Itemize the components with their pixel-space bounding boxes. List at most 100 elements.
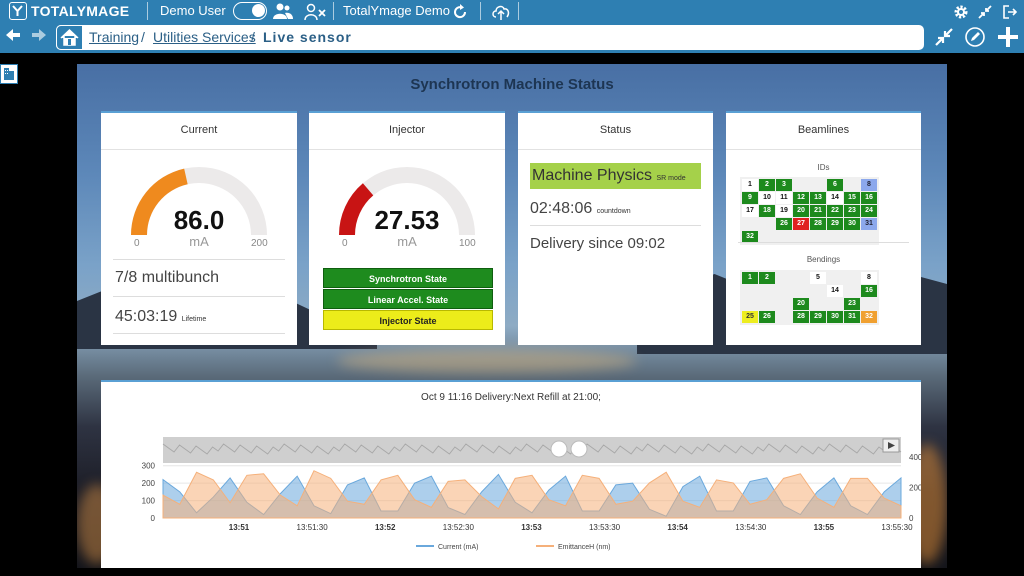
machine-submode: SR mode: [656, 175, 686, 182]
injector-gauge-max: 100: [459, 238, 476, 249]
beamline-cell[interactable]: 8: [861, 179, 877, 191]
beamline-cell[interactable]: 31: [861, 218, 877, 230]
beamline-cell[interactable]: 1: [742, 179, 758, 191]
beamline-cell[interactable]: 6: [827, 179, 843, 191]
empty-cell: [827, 272, 843, 284]
empty-cell: [759, 285, 775, 297]
current-panel: Current 86.0 mA 0 200 7/8 multibunch 45:…: [101, 111, 297, 345]
beamline-cell[interactable]: 2: [759, 179, 775, 191]
status-panel-title: Status: [599, 124, 632, 136]
beamlines-panel: Beamlines IDs 1 2 3 6 8 9 10 11 12 13 14 15 16 17 18 19…: [726, 111, 921, 345]
mode-toggle[interactable]: [233, 2, 267, 20]
beamline-cell[interactable]: 12: [793, 192, 809, 204]
beamline-cell[interactable]: 23: [844, 205, 860, 217]
beamline-cell[interactable]: 15: [844, 192, 860, 204]
beamline-cell[interactable]: 14: [827, 192, 843, 204]
beamline-cell[interactable]: 3: [776, 179, 792, 191]
beamline-cell[interactable]: 26: [759, 311, 775, 323]
add-icon[interactable]: [996, 25, 1020, 54]
gear-icon[interactable]: [953, 0, 969, 22]
divider: [113, 259, 285, 260]
empty-cell: [776, 298, 792, 310]
beamline-cell[interactable]: 1: [742, 272, 758, 284]
divider: [738, 242, 909, 243]
beamline-cell[interactable]: 11: [776, 192, 792, 204]
beamline-cell[interactable]: 31: [844, 311, 860, 323]
beamline-cell[interactable]: 18: [759, 205, 775, 217]
y-left-tick-label: 200: [142, 479, 156, 488]
beamline-cell[interactable]: 20: [793, 205, 809, 217]
empty-cell: [759, 298, 775, 310]
user-name[interactable]: Demo User: [160, 0, 226, 22]
injector-panel-title: Injector: [388, 124, 426, 136]
users-icon[interactable]: [272, 0, 294, 22]
minimize-icon[interactable]: [977, 0, 993, 22]
divider: [480, 2, 481, 20]
status-panel: Status Machine Physics SR mode 02:48:06 …: [518, 111, 713, 345]
beamline-cell[interactable]: 17: [742, 205, 758, 217]
beamline-cell[interactable]: 32: [861, 311, 877, 323]
beamline-cell[interactable]: 20: [793, 298, 809, 310]
empty-cell: [844, 179, 860, 191]
beamline-cell[interactable]: 24: [861, 205, 877, 217]
beamline-cell[interactable]: 9: [742, 192, 758, 204]
collapse-icon[interactable]: [933, 26, 955, 53]
beamline-cell[interactable]: 27: [793, 218, 809, 230]
beamline-cell[interactable]: 10: [759, 192, 775, 204]
beamline-cell[interactable]: 29: [810, 311, 826, 323]
back-arrow-icon[interactable]: [4, 26, 22, 49]
bendings-grid: 1 2 5 8 14 16 20 23 25 26 28 29 30 31 32: [740, 270, 879, 325]
remove-user-icon[interactable]: [304, 0, 326, 22]
beamline-cell[interactable]: 16: [861, 192, 877, 204]
beamline-cell[interactable]: 22: [827, 205, 843, 217]
countdown-value: 02:48:06: [530, 200, 593, 217]
breadcrumb-training[interactable]: Training: [89, 25, 139, 50]
empty-cell: [742, 285, 758, 297]
beamline-cell[interactable]: 28: [810, 218, 826, 230]
legend-label: EmittanceH (nm): [558, 544, 611, 551]
beamline-cell[interactable]: 30: [827, 311, 843, 323]
divider: [518, 2, 519, 20]
beamline-cell[interactable]: 21: [810, 205, 826, 217]
beamlines-panel-title: Beamlines: [797, 124, 850, 136]
beamline-cell[interactable]: 2: [759, 272, 775, 284]
chart-navigator[interactable]: [163, 437, 901, 463]
current-gauge-min: 0: [134, 238, 140, 249]
beamline-cell[interactable]: 29: [827, 218, 843, 230]
empty-cell: [827, 298, 843, 310]
lifetime-value: 45:03:19: [115, 308, 178, 325]
top-bar: TOTALYMAGE Demo User TotalYmage Demo: [0, 0, 1024, 22]
beamline-cell[interactable]: 13: [810, 192, 826, 204]
refresh-icon[interactable]: [452, 0, 468, 22]
beamline-cell[interactable]: 25: [742, 311, 758, 323]
edit-icon[interactable]: [964, 26, 986, 53]
beamline-cell[interactable]: 19: [776, 205, 792, 217]
beamline-cell[interactable]: 23: [844, 298, 860, 310]
navigator-handle-left[interactable]: [550, 440, 568, 458]
y-right-tick-label: 200: [909, 484, 921, 493]
x-tick-label: 13:51:30: [297, 523, 329, 532]
beamline-cell[interactable]: 16: [861, 285, 877, 297]
cloud-upload-icon[interactable]: [491, 0, 511, 22]
panel-toggle-button[interactable]: [0, 64, 18, 84]
x-tick-label: 13:51: [229, 523, 250, 532]
breadcrumb-utilities-services[interactable]: Utilities Services: [153, 25, 256, 50]
beamline-cell[interactable]: 5: [810, 272, 826, 284]
x-tick-label: 13:55: [814, 523, 835, 532]
beamline-cell[interactable]: 8: [861, 272, 877, 284]
navigator-handle-right[interactable]: [570, 440, 588, 458]
divider: [101, 149, 297, 150]
home-icon[interactable]: [56, 25, 83, 50]
beamline-cell[interactable]: 14: [827, 285, 843, 297]
divider: [333, 2, 334, 20]
beamline-cell[interactable]: 26: [776, 218, 792, 230]
y-left-tick-label: 300: [142, 462, 156, 471]
x-tick-label: 13:53:30: [589, 523, 621, 532]
beamline-cell[interactable]: 28: [793, 311, 809, 323]
empty-cell: [844, 272, 860, 284]
project-name[interactable]: TotalYmage Demo: [343, 0, 450, 22]
beamline-cell[interactable]: 30: [844, 218, 860, 230]
building-icon: [4, 68, 14, 80]
forward-arrow-icon[interactable]: [30, 26, 48, 49]
logout-icon[interactable]: [1002, 0, 1018, 22]
